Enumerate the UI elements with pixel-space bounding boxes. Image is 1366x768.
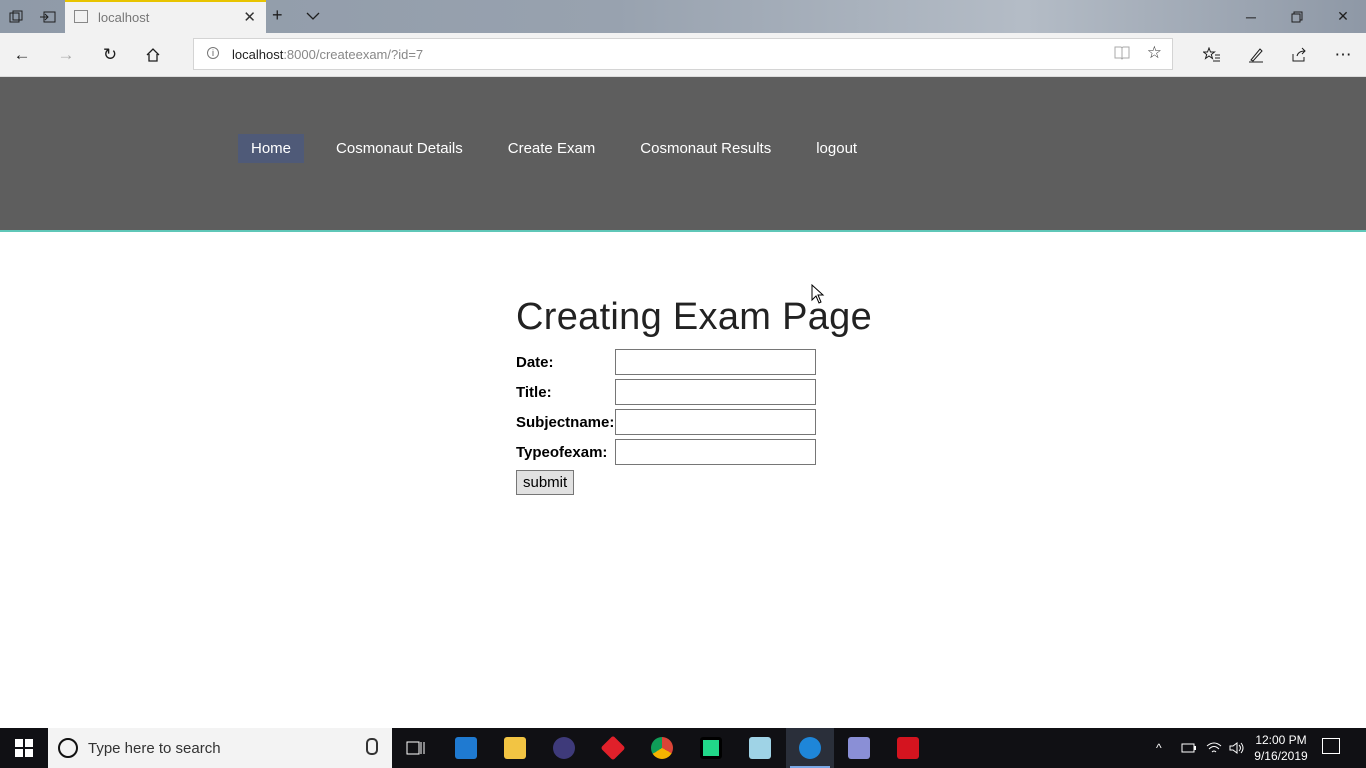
browser-tab[interactable]: localhost ✕ [65,0,266,33]
title-label: Title: [516,383,552,401]
pycharm-icon[interactable] [687,728,735,768]
close-window-icon[interactable]: ✕ [1320,0,1366,33]
wifi-icon[interactable] [1206,728,1222,768]
edge-icon[interactable] [786,728,834,768]
minimize-icon[interactable]: ─ [1228,0,1274,33]
task-view-icon[interactable] [392,728,440,768]
vscode-icon[interactable] [442,728,490,768]
exam-form-section: Creating Exam Page Date: Title: Subjectn… [516,296,872,495]
clock-date: 9/16/2019 [1254,749,1308,763]
main-nav: Home Cosmonaut Details Create Exam Cosmo… [238,134,889,163]
mouse-cursor-icon [811,283,825,309]
typeofexam-input[interactable] [615,439,816,465]
forward-arrow-icon[interactable]: → [50,39,82,71]
more-options-icon[interactable]: ⋯ [1327,39,1359,71]
share-icon[interactable] [1283,39,1315,71]
pen-icon[interactable] [1240,39,1272,71]
chrome-icon[interactable] [638,728,686,768]
close-icon[interactable]: ✕ [243,8,256,26]
cortana-icon [58,738,78,758]
form-row-typeofexam: Typeofexam: [516,437,872,467]
chevron-down-icon[interactable] [306,8,320,26]
taskbar: Type here to search ^ 12:00 PM 9/16/2019 [0,728,1366,768]
back-arrow-icon[interactable]: ← [6,39,38,71]
date-input[interactable] [615,349,816,375]
microphone-icon[interactable] [366,738,378,755]
clock-time: 12:00 PM [1255,733,1307,747]
home-icon[interactable] [137,39,169,71]
form-row-subjectname: Subjectname: [516,407,872,437]
nav-home[interactable]: Home [238,134,305,163]
restore-icon[interactable] [1274,0,1320,33]
git-client-icon[interactable] [589,728,637,768]
title-input[interactable] [615,379,816,405]
show-hidden-icons-icon[interactable]: ^ [1156,728,1162,768]
browser-toolbar: ← → ↻ i localhost:8000/createexam/?id=7 … [0,33,1366,77]
reading-view-icon[interactable] [1114,45,1130,63]
acrobat-icon[interactable] [884,728,932,768]
eclipse-icon[interactable] [540,728,588,768]
submit-button[interactable]: submit [516,470,575,495]
new-tab-plus-icon[interactable]: + [272,5,283,26]
create-exam-form: Date: Title: Subjectname: Typeofexam: su… [516,347,872,495]
tab-title: localhost [98,10,150,25]
typeofexam-label: Typeofexam: [516,443,608,461]
url-text: localhost:8000/createexam/?id=7 [232,47,424,62]
notepad-icon[interactable] [736,728,784,768]
subjectname-label: Subjectname: [516,413,615,431]
nav-cosmonaut-details[interactable]: Cosmonaut Details [323,134,476,163]
app-icon[interactable] [835,728,883,768]
favorite-star-icon[interactable]: ☆ [1147,43,1162,63]
refresh-icon[interactable]: ↻ [94,39,126,71]
address-bar[interactable]: i localhost:8000/createexam/?id=7 ☆ [193,38,1173,70]
site-header: Home Cosmonaut Details Create Exam Cosmo… [0,77,1366,232]
subjectname-input[interactable] [615,409,816,435]
form-row-date: Date: [516,347,872,377]
favorites-hub-icon[interactable] [1196,39,1228,71]
nav-create-exam[interactable]: Create Exam [495,134,609,163]
form-row-title: Title: [516,377,872,407]
browser-tab-strip: localhost ✕ + ─ ✕ [0,0,1366,33]
nav-logout[interactable]: logout [803,134,870,163]
action-center-icon[interactable] [1322,738,1340,754]
set-aside-tabs-icon[interactable] [32,0,64,33]
taskbar-search-box[interactable]: Type here to search [48,728,392,768]
info-icon[interactable]: i [207,47,219,59]
file-explorer-icon[interactable] [491,728,539,768]
volume-icon[interactable] [1229,728,1245,768]
windows-start-icon[interactable] [0,728,48,768]
page-icon [74,10,88,23]
search-placeholder: Type here to search [88,740,221,757]
date-label: Date: [516,353,554,371]
tab-sets-icon[interactable] [0,0,32,33]
battery-icon[interactable] [1181,728,1197,768]
nav-cosmonaut-results[interactable]: Cosmonaut Results [627,134,784,163]
taskbar-clock[interactable]: 12:00 PM 9/16/2019 [1248,732,1314,764]
